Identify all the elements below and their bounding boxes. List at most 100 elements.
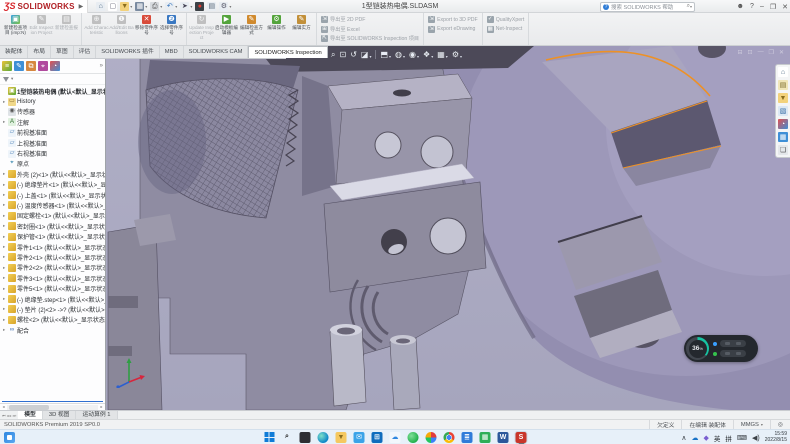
minimize-button[interactable]: – (760, 3, 764, 10)
tree-item[interactable]: ▱前视基准面 (0, 128, 105, 138)
taskbar-file-explorer-icon[interactable]: ▼ (336, 432, 347, 443)
doc-tab-model[interactable]: 模型 (18, 411, 43, 419)
help-icon[interactable]: ? (750, 3, 754, 10)
zoom-area-button[interactable]: ⊡ (339, 50, 346, 59)
taskbar-clock[interactable]: 15:592022/8/15 (765, 432, 787, 443)
tree-item[interactable]: ▸外壳 (2)<1> (默认<<默认>_显示状态 (0, 169, 105, 179)
tree-item[interactable]: ▸(-) 垫片 (2)<2> ->? (默认<<默认> (0, 304, 105, 314)
taskpane-appearances-scenes[interactable]: ◔ (778, 119, 788, 129)
edit-operation-button[interactable]: ⚙编辑操作 (264, 14, 289, 31)
close-doc-icon[interactable]: ✕ (779, 49, 784, 56)
dropdown-caret-icon[interactable]: ▾ (431, 54, 433, 59)
restore-button[interactable]: ❐ (770, 3, 776, 11)
status-globe-icon[interactable]: ◎ (770, 420, 790, 429)
tray-chevron-up-icon[interactable]: ∧ (681, 434, 686, 442)
new-document-button[interactable]: ▢ (108, 2, 117, 11)
print-button[interactable]: ⎙▾ (150, 2, 162, 11)
edit-inspection-project-button[interactable]: ✎Edit Inspection Project (29, 14, 54, 36)
taskbar-mail-icon[interactable]: ✉ (354, 432, 365, 443)
edit-inspection-method-button[interactable]: ✎编辑检查方式 (239, 14, 264, 36)
status-units[interactable]: MMGS▾ (733, 420, 770, 429)
dropdown-caret-icon[interactable]: ▾ (417, 54, 419, 59)
doc-tab-3d-views[interactable]: 3D 视图 (43, 411, 77, 419)
taskpane-forum[interactable]: ❏ (778, 145, 788, 155)
tab-sw-addins[interactable]: SOLIDWORKS 插件 (96, 46, 160, 58)
dropdown-caret-icon[interactable]: ▾ (175, 4, 177, 9)
ime-indicator-2[interactable]: 拼 (725, 433, 732, 443)
dropdown-caret-icon[interactable]: ▾ (130, 4, 132, 9)
taskbar-blue-doc-app-icon[interactable]: ≣ (462, 432, 473, 443)
user-account-icon[interactable]: ☻ (737, 3, 744, 10)
previous-view-button[interactable]: ↺ (350, 50, 357, 59)
remove-balloons-button[interactable]: ✕移除零件序号 (134, 14, 159, 36)
taskbar-green-app-icon[interactable]: ▦ (480, 432, 491, 443)
view-settings-button[interactable]: ⚙▾ (452, 50, 462, 59)
dropdown-caret-icon[interactable]: ▾ (145, 4, 147, 9)
dropdown-caret-icon[interactable]: ▾ (190, 4, 192, 9)
taskbar-chrome-icon[interactable] (444, 432, 455, 443)
tree-item[interactable]: ▸∞配合 (0, 325, 105, 335)
new-inspection-project-button[interactable]: ▣新建检查项目 (imp:N) (2, 14, 29, 36)
tab-sw-inspection[interactable]: SOLIDWORKS Inspection (248, 46, 327, 58)
menu-flyout-arrow-icon[interactable]: ▶ (79, 3, 84, 10)
dropdown-caret-icon[interactable]: ▾ (160, 4, 162, 9)
home-button[interactable]: ⌂ (96, 2, 105, 11)
units-dropdown-icon[interactable]: ▾ (761, 422, 763, 427)
tray-volume-icon[interactable]: ◀) (752, 434, 760, 442)
export-3d-pdf-button[interactable]: ⇲Export to 3D PDF (426, 15, 480, 25)
edit-measure-method-button[interactable]: ✎编辑实方 (289, 14, 314, 31)
tab-scroll-buttons[interactable]: ⏮◂▸⏭ (0, 411, 18, 419)
tab-layout[interactable]: 布局 (28, 46, 51, 58)
taskbar-microsoft-store-icon[interactable]: ⊞ (372, 432, 383, 443)
taskpane-solidworks-resources[interactable]: ⌂ (778, 67, 788, 77)
tree-item[interactable]: ⌖原点 (0, 159, 105, 169)
dropdown-caret-icon[interactable]: ▾ (369, 54, 371, 59)
update-inspection-project-button[interactable]: ↻Update Inspection Project (189, 14, 214, 42)
tree-item[interactable]: ▸(-) 绝缘垫片<1> (默认<<默认>_显示 (0, 180, 105, 190)
tree-item[interactable]: ▸A注解 (0, 117, 105, 127)
taskbar-solidworks-icon[interactable]: S (516, 432, 527, 443)
export-edrawing-button[interactable]: ⇲Export eDrawing (426, 25, 477, 35)
taskpane-file-explorer[interactable]: ▼ (778, 93, 788, 103)
display-style-button[interactable]: ◍▾ (395, 50, 405, 59)
dropdown-caret-icon[interactable]: ▾ (460, 54, 462, 59)
taskbar-green-messenger-icon[interactable] (408, 432, 419, 443)
taskbar-word-icon[interactable]: W (498, 432, 509, 443)
tray-onedrive-icon[interactable]: ☁ (692, 434, 699, 442)
add-edit-balloons-button[interactable]: ❶Add/Edit Balloons (109, 14, 134, 36)
manager-tab-feature-tree[interactable]: ≡ (2, 61, 12, 71)
net-inspect-button[interactable]: ▦Net-Inspect (485, 25, 525, 35)
taskbar-colorful-browser-icon[interactable] (426, 432, 437, 443)
tree-item[interactable]: ▸(-) 绝缘垫.step<1> (默认<<默认>_ (0, 294, 105, 304)
tree-item[interactable]: ▸固定螺栓<1> (默认<<默认>_显示状 (0, 211, 105, 221)
tree-filter-bar[interactable]: ▾ (0, 74, 105, 85)
close-button[interactable]: ✕ (782, 3, 788, 11)
tab-assembly[interactable]: 装配体 (0, 46, 28, 58)
export-excel-button[interactable]: ⊞导出至 Excel (319, 25, 362, 35)
dropdown-caret-icon[interactable]: ▾ (229, 4, 231, 9)
tab-evaluate[interactable]: 评估 (74, 46, 97, 58)
screen-recorder-overlay[interactable]: 36% (684, 335, 758, 362)
select-arrow-button[interactable]: ➤▾ (180, 2, 192, 11)
add-characteristic-button[interactable]: ⊕Add Characteristic (84, 14, 109, 36)
tab-sw-cam[interactable]: SOLIDWORKS CAM (184, 46, 249, 58)
dropdown-caret-icon[interactable]: ▾ (389, 54, 391, 59)
open-button[interactable]: ▼▾ (120, 2, 132, 11)
rebuild-button[interactable]: ● (195, 2, 204, 11)
widgets-icon[interactable] (4, 432, 15, 443)
prev-window-icon[interactable]: ⊟ (738, 49, 743, 56)
tree-item[interactable]: ▸零件3<1> (默认<<默认>_显示状态 (0, 273, 105, 283)
graphics-area[interactable]: ⌕⊡↺◪▾⬒▾◍▾◉▾❖▾▦▾⚙▾ ⊟ ⊡ — ❐ ✕ ⌂▤▼▧◔▦❏ 36% (106, 46, 790, 410)
taskpane-design-library[interactable]: ▤ (778, 80, 788, 90)
restore-doc-icon[interactable]: ⊡ (748, 49, 753, 56)
tree-item[interactable]: ▸零件2<1> (默认<<默认>_显示状态 (0, 252, 105, 262)
taskpane-view-palette[interactable]: ▧ (778, 106, 788, 116)
taskbar-dark-app-icon[interactable] (300, 432, 311, 443)
tree-item[interactable]: ▣1型铠装热电偶 (默认<默认_显示状态-1>) (0, 86, 105, 96)
dropdown-caret-icon[interactable]: ▾ (446, 54, 448, 59)
tree-item[interactable]: ▱右视基准面 (0, 148, 105, 158)
tree-item[interactable]: ▸保护管<1> (默认<<默认>_显示状态 (0, 231, 105, 241)
manager-tab-dimxpert-manager[interactable]: ⌖ (38, 61, 48, 71)
ime-indicator-1[interactable]: 英 (714, 433, 721, 443)
edit-appearance-button[interactable]: ❖▾ (423, 50, 433, 59)
